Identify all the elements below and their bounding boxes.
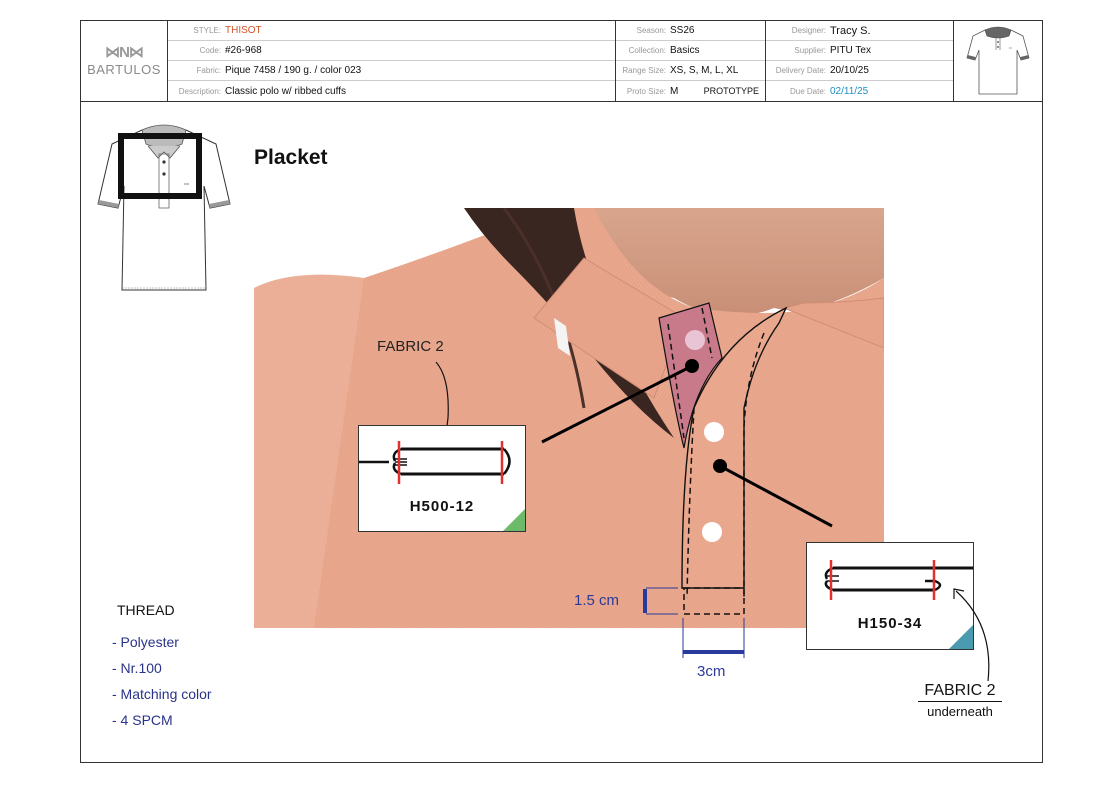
range-size-row: Range Size: XS, S, M, L, XL [616, 61, 765, 81]
polo-shirt-icon [97, 124, 231, 291]
style-row: STYLE: THISOT [168, 21, 615, 41]
button-icon [685, 330, 705, 350]
header-garment-thumbnail [954, 21, 1041, 101]
collection-value: Basics [670, 45, 700, 56]
thread-spec-item: - Polyester [112, 634, 179, 650]
thread-title: THREAD [117, 602, 175, 618]
style-label: STYLE: [193, 26, 221, 35]
designer-row: Designer: Tracy S. [766, 21, 953, 41]
delivery-date-value: 20/10/25 [830, 65, 869, 76]
header-season-column: Season: SS26 Collection: Basics Range Size… [616, 21, 766, 101]
page-title: Placket [254, 146, 328, 169]
width-measure-label: 3cm [697, 663, 726, 680]
stitch-callout-h150: H150-34 [806, 542, 974, 650]
height-measure-label: 1.5 cm [574, 592, 620, 609]
season-value: SS26 [670, 25, 695, 36]
placket-photo [254, 208, 884, 628]
header-designer-column: Designer: Tracy S. Supplier: PITU Tex Deli… [766, 21, 954, 101]
stitch-diagram-icon [824, 560, 973, 649]
description-value: Classic polo w/ ribbed cuffs [225, 85, 346, 97]
fabric-label: Fabric: [196, 66, 221, 75]
collection-label: Collection: [628, 46, 666, 55]
collection-row: Collection: Basics [616, 41, 765, 61]
placket-illustration [254, 208, 884, 628]
proto-size-label: Proto Size: [626, 86, 666, 96]
due-date-value: 02/11/25 [830, 85, 869, 97]
fabric-value: Pique 7458 / 190 g. / color 023 [225, 65, 362, 76]
style-value: THISOT [225, 25, 262, 36]
polo-shirt-icon [966, 26, 1029, 95]
curved-arrow-icon [953, 588, 990, 682]
thread-spec-item: - 4 SPCM [112, 712, 173, 728]
season-label: Season: [636, 26, 666, 35]
button-icon [702, 522, 722, 542]
delivery-date-row: Delivery Date: 20/10/25 [766, 61, 953, 81]
header: ⋈N⋈ BARTULOS STYLE: THISOT Code: #26-968 F… [81, 21, 1042, 102]
code-row: Code: #26-968 [168, 41, 615, 61]
range-size-label: Range Size: [622, 66, 666, 75]
stitch-callout-h500: H500-12 [358, 425, 526, 532]
thread-spec-item: - Matching color [112, 686, 212, 702]
thread-spec-item: - Nr.100 [112, 660, 162, 676]
fabric-row: Fabric: Pique 7458 / 190 g. / color 023 [168, 61, 615, 81]
stitch-diagram-icon [359, 441, 525, 531]
due-date-label: Due Date: [789, 86, 826, 96]
designer-label: Designer: [791, 26, 826, 35]
proto-size-row: Proto Size: M PROTOTYPE [616, 81, 765, 101]
header-style-column: STYLE: THISOT Code: #26-968 Fabric: Pique 7… [168, 21, 616, 101]
garment-location-thumbnail [96, 122, 232, 294]
button-icon [704, 422, 724, 442]
due-date-row: Due Date: 02/11/25 [766, 81, 953, 101]
description-label: Description: [178, 86, 221, 96]
brand-name: BARTULOS [87, 61, 161, 77]
fabric2-underneath-note: FABRIC 2 underneath [918, 682, 1002, 719]
code-value: #26-968 [225, 45, 262, 56]
delivery-date-label: Delivery Date: [775, 66, 826, 75]
brand-logo: ⋈N⋈ BARTULOS [81, 21, 168, 101]
prototype-tag: PROTOTYPE [703, 86, 759, 96]
thread-spec-list: - Polyester - Nr.100 - Matching color - … [112, 633, 212, 737]
fabric2-left-label: FABRIC 2 [377, 338, 444, 355]
fabric2-right-label: FABRIC 2 [918, 682, 1002, 702]
width-measure-marker [682, 618, 745, 658]
supplier-row: Supplier: PITU Tex [766, 41, 953, 61]
code-label: Code: [199, 46, 221, 55]
callout-code: H500-12 [409, 498, 475, 515]
designer-value: Tracy S. [830, 24, 871, 37]
callout-code: H150-34 [857, 615, 923, 632]
supplier-label: Supplier: [794, 46, 826, 55]
logo-mark-icon: ⋈N⋈ [105, 43, 144, 61]
proto-size-value: M [670, 85, 679, 97]
range-size-value: XS, S, M, L, XL [670, 65, 739, 76]
season-row: Season: SS26 [616, 21, 765, 41]
fabric2-right-sublabel: underneath [927, 704, 993, 719]
description-row: Description: Classic polo w/ ribbed cuffs [168, 81, 615, 101]
supplier-value: PITU Tex [830, 45, 871, 56]
